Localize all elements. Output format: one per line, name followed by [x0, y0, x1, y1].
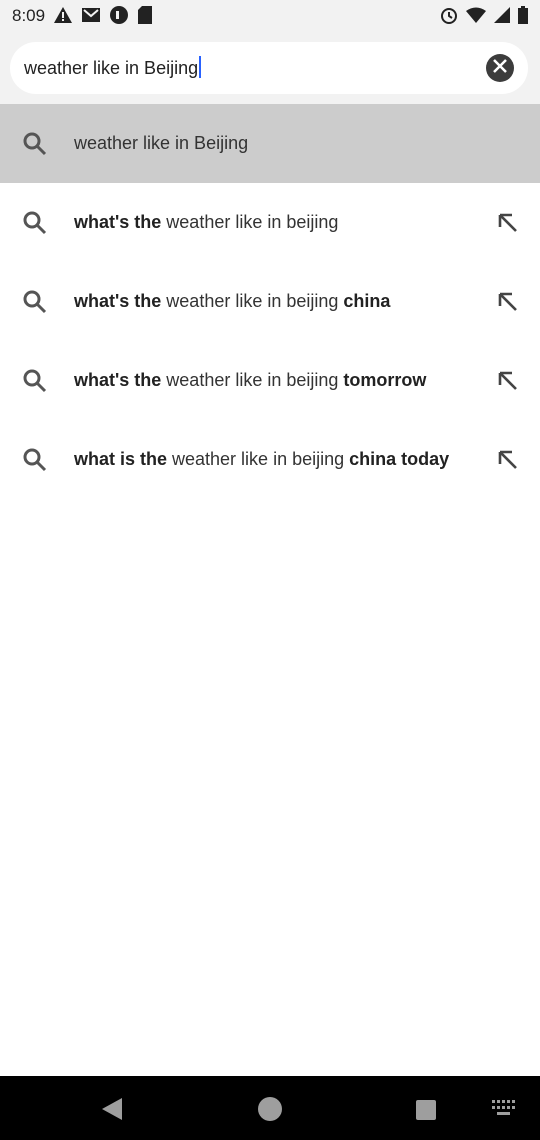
keyboard-icon[interactable]	[492, 1100, 516, 1121]
recents-icon[interactable]	[415, 1099, 437, 1126]
back-icon[interactable]	[100, 1096, 124, 1127]
suggestion-item[interactable]: what is the weather like in beijing chin…	[0, 420, 540, 499]
search-icon	[22, 289, 48, 315]
close-icon	[493, 58, 507, 78]
suggestion-label: what's the weather like in beijing china	[74, 291, 391, 311]
text-cursor	[199, 56, 202, 78]
status-time: 8:09	[12, 6, 46, 25]
fill-query-arrow-icon[interactable]	[494, 367, 520, 393]
warning-icon	[54, 7, 72, 28]
search-icon	[22, 447, 48, 473]
navigation-bar	[0, 1076, 540, 1140]
suggestion-label: weather like in Beijing	[74, 133, 249, 153]
suggestion-list: weather like in Beijing what's the weath…	[0, 104, 540, 499]
sd-card-icon	[138, 6, 152, 29]
alarm-icon	[440, 6, 458, 29]
clear-button[interactable]	[486, 54, 514, 82]
suggestion-label: what is the weather like in beijing chin…	[74, 449, 450, 469]
home-icon[interactable]	[256, 1095, 284, 1128]
wifi-icon	[466, 7, 486, 28]
suggestion-item[interactable]: what's the weather like in beijing china	[0, 262, 540, 341]
fill-query-arrow-icon[interactable]	[494, 446, 520, 472]
status-bar: 8:09	[0, 0, 540, 34]
circle-app-icon	[110, 6, 128, 29]
search-icon	[22, 210, 48, 236]
search-icon	[22, 368, 48, 394]
search-input[interactable]: weather like in Beijing	[10, 42, 528, 94]
suggestion-label: what's the weather like in beijing tomor…	[74, 370, 427, 390]
fill-query-arrow-icon[interactable]	[494, 209, 520, 235]
suggestion-item[interactable]: weather like in Beijing	[0, 104, 540, 183]
gmail-icon	[82, 8, 100, 27]
suggestion-item[interactable]: what's the weather like in beijing	[0, 183, 540, 262]
search-bar: weather like in Beijing	[0, 34, 540, 104]
signal-icon	[494, 7, 510, 28]
battery-icon	[518, 6, 528, 29]
suggestion-label: what's the weather like in beijing	[74, 212, 339, 232]
search-query-text: weather like in Beijing	[24, 58, 199, 78]
suggestion-item[interactable]: what's the weather like in beijing tomor…	[0, 341, 540, 420]
fill-query-arrow-icon[interactable]	[494, 288, 520, 314]
search-icon	[22, 131, 48, 157]
